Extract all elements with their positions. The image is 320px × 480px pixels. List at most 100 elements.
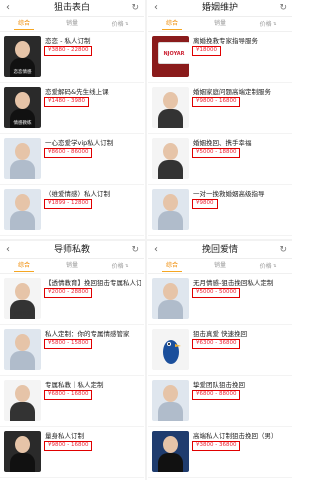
- sort-tabs: 综合 销量 价格 ⇅: [0, 17, 144, 32]
- product-name: 私人定制：你的专属情感管家: [45, 330, 130, 338]
- product-thumbnail: [152, 329, 189, 370]
- product-name: 专属私教｜私人定制: [45, 381, 104, 389]
- tab-sales[interactable]: 销量: [196, 17, 244, 31]
- tab-price[interactable]: 价格 ⇅: [244, 259, 292, 274]
- logo-text: NJOYAR: [163, 51, 185, 57]
- tab-price[interactable]: 价格 ⇅: [96, 17, 144, 32]
- product-name: （维爱情感）私人订制: [45, 190, 110, 198]
- refresh-icon[interactable]: ↻: [279, 245, 287, 255]
- tab-sales[interactable]: 销量: [196, 259, 244, 273]
- list-item[interactable]: 狙击真爱 快速挽回 ¥6300 - 36800: [148, 325, 292, 376]
- list-item[interactable]: 恋恋情感 恋恋 - 私人订制 ¥3880 - 22800: [0, 32, 144, 83]
- price-range: ¥6800 - 16800: [44, 390, 93, 400]
- list-item[interactable]: 高端私人订制狙击挽回（男） ¥3800 - 36800: [148, 427, 292, 478]
- list-item[interactable]: 私人定制：你的专属情感管家 ¥5800 - 15800: [0, 325, 144, 376]
- price-range: ¥3800 - 36800: [192, 441, 241, 451]
- list-item[interactable]: 量身私人订制 ¥9800 - 16800: [0, 427, 144, 478]
- list-item[interactable]: NJOYAR 离婚挽救专家指导服务 ¥18000: [148, 32, 292, 83]
- product-thumbnail: [152, 278, 189, 319]
- tab-price-label: 价格: [259, 262, 272, 270]
- horizontal-divider: [0, 239, 292, 241]
- product-name: 恋爱解码&先生线上课: [45, 88, 109, 96]
- price-range: ¥5000 - 18800: [192, 148, 241, 158]
- list-item[interactable]: 一心恋爱学vip私人订制 ¥8600 - 86000: [0, 134, 144, 185]
- list-item[interactable]: 专属私教｜私人定制 ¥6800 - 16800: [0, 376, 144, 427]
- sort-arrows-icon: ⇅: [271, 20, 277, 26]
- product-name: 【透情教育】挽回狙击专属私人订制: [45, 279, 141, 287]
- panel-marriage-maintenance: ‹ 婚姻维护 ↻ 综合 销量 价格 ⇅ NJOYAR 离婚挽救专家指导服务 ¥1…: [148, 0, 292, 238]
- sort-arrows-icon: ⇅: [271, 262, 277, 268]
- sort-tabs: 综合 销量 价格 ⇅: [0, 259, 144, 274]
- product-list: 透情教育 【透情教育】挽回狙击专属私人订制 ¥2000 - 28800 私人定制…: [0, 274, 144, 478]
- tab-sales[interactable]: 销量: [48, 259, 96, 273]
- price-range: ¥1899 - 12800: [44, 199, 93, 209]
- product-name: 量身私人订制: [45, 432, 84, 440]
- list-item[interactable]: 情感教练 恋爱解码&先生线上课 ¥1480 - 3980: [0, 83, 144, 134]
- product-thumbnail: 情感教练: [4, 87, 41, 128]
- product-thumbnail: [4, 431, 41, 472]
- panel-mentor-coaching: ‹ 导师私教 ↻ 综合 销量 价格 ⇅ 透情教育 【透情教育】挽回狙击专属私人订…: [0, 242, 144, 480]
- thumbnail-caption: 恋恋情感: [13, 70, 32, 75]
- price-range: ¥1480 - 3980: [44, 97, 89, 107]
- price-range: ¥9800: [192, 199, 218, 209]
- tab-comprehensive[interactable]: 综合: [148, 259, 196, 273]
- product-thumbnail: [4, 189, 41, 230]
- bird-logo-icon: [163, 340, 181, 364]
- product-thumbnail: [152, 189, 189, 230]
- thumbnail-caption: 情感教练: [13, 121, 32, 126]
- product-thumbnail: [152, 380, 189, 421]
- product-list: 无月情感-狙击挽回私人定制 ¥5000 - 50000 狙击真爱 快速挽回 ¥6…: [148, 274, 292, 478]
- list-item[interactable]: （维爱情感）私人订制 ¥1899 - 12800: [0, 185, 144, 236]
- price-range: ¥5000 - 50000: [192, 288, 241, 298]
- product-name: 婚姻挽回、携手幸福: [193, 139, 252, 147]
- list-item[interactable]: 挚爱团队狙击挽回 ¥6800 - 88000: [148, 376, 292, 427]
- panel-win-back-love: ‹ 挽回爱情 ↻ 综合 销量 价格 ⇅ 无月情感-狙击挽回私人定制 ¥5000 …: [148, 242, 292, 480]
- tab-price-label: 价格: [259, 20, 272, 28]
- tab-sales[interactable]: 销量: [48, 17, 96, 31]
- price-range: ¥18000: [192, 46, 221, 56]
- product-list: 恋恋情感 恋恋 - 私人订制 ¥3880 - 22800 情感教练 恋爱解码&先…: [0, 32, 144, 236]
- list-item[interactable]: 一对一挽救婚姻高级指导 ¥9800: [148, 185, 292, 236]
- price-range: ¥3880 - 22800: [44, 46, 93, 56]
- price-range: ¥2000 - 28800: [44, 288, 93, 298]
- list-item[interactable]: 无月情感-狙击挽回私人定制 ¥5000 - 50000: [148, 274, 292, 325]
- tab-comprehensive[interactable]: 综合: [148, 17, 196, 31]
- product-name: 一心恋爱学vip私人订制: [45, 139, 114, 147]
- tab-price[interactable]: 价格 ⇅: [96, 259, 144, 274]
- product-name: 无月情感-狙击挽回私人定制: [193, 279, 274, 287]
- price-range: ¥8600 - 86000: [44, 148, 93, 158]
- title-bar: ‹ 婚姻维护 ↻: [148, 0, 292, 17]
- product-name: 挚爱团队狙击挽回: [193, 381, 245, 389]
- price-range: ¥9800 - 16800: [192, 97, 241, 107]
- refresh-icon[interactable]: ↻: [131, 3, 139, 13]
- tab-price-label: 价格: [111, 20, 124, 28]
- product-name: 高端私人订制狙击挽回（男）: [193, 432, 278, 440]
- product-name: 婚姻家庭问题高端定制服务: [193, 88, 271, 96]
- price-range: ¥6300 - 36800: [192, 339, 241, 349]
- list-item[interactable]: 婚姻家庭问题高端定制服务 ¥9800 - 16800: [148, 83, 292, 134]
- panel-snipe-confession: ‹ 狙击表白 ↻ 综合 销量 价格 ⇅ 恋恋情感 恋恋 - 私人订制 ¥3880…: [0, 0, 144, 238]
- list-item[interactable]: 透情教育 【透情教育】挽回狙击专属私人订制 ¥2000 - 28800: [0, 274, 144, 325]
- page-title: 婚姻维护: [201, 3, 238, 13]
- tab-price-label: 价格: [111, 262, 124, 270]
- refresh-icon[interactable]: ↻: [279, 3, 287, 13]
- list-item[interactable]: 婚姻挽回、携手幸福 ¥5000 - 18800: [148, 134, 292, 185]
- product-name: 一对一挽救婚姻高级指导: [193, 190, 265, 198]
- product-thumbnail: 透情教育: [4, 278, 41, 319]
- refresh-icon[interactable]: ↻: [131, 245, 139, 255]
- page-title: 挽回爱情: [201, 245, 238, 255]
- product-thumbnail: [4, 329, 41, 370]
- title-bar: ‹ 挽回爱情 ↻: [148, 242, 292, 259]
- tab-comprehensive[interactable]: 综合: [0, 259, 48, 273]
- tab-comprehensive[interactable]: 综合: [0, 17, 48, 31]
- price-range: ¥5800 - 15800: [44, 339, 93, 349]
- price-range: ¥6800 - 88000: [192, 390, 241, 400]
- brand-logo: NJOYAR: [158, 42, 189, 64]
- sort-tabs: 综合 销量 价格 ⇅: [148, 259, 292, 274]
- tab-price[interactable]: 价格 ⇅: [244, 17, 292, 32]
- product-thumbnail: [152, 431, 189, 472]
- price-range: ¥9800 - 16800: [44, 441, 93, 451]
- product-list: NJOYAR 离婚挽救专家指导服务 ¥18000 婚姻家庭问题高端定制服务 ¥9…: [148, 32, 292, 236]
- product-thumbnail: [4, 380, 41, 421]
- page-title: 狙击表白: [53, 3, 90, 13]
